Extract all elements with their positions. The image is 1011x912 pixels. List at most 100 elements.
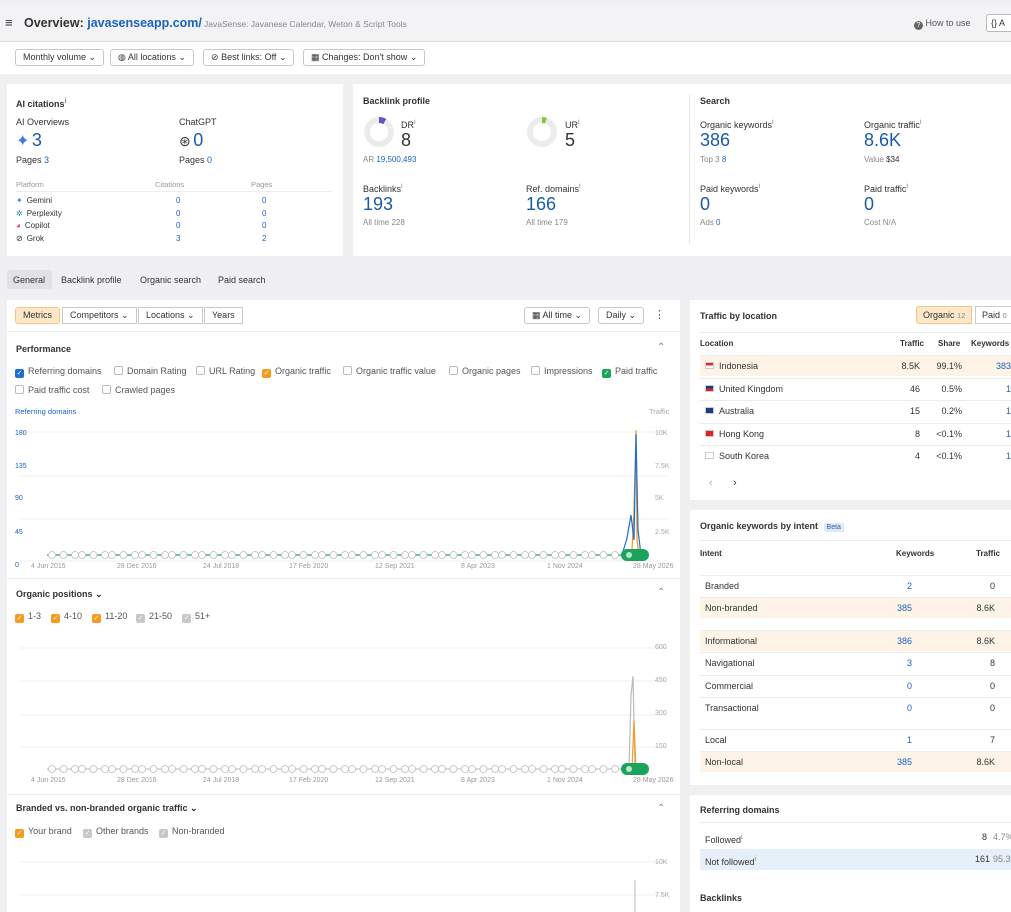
code-button[interactable]: {} A (986, 14, 1011, 32)
pages-value[interactable]: 2 (262, 234, 266, 243)
main-tab-backlink-profile[interactable]: Backlink profile (61, 275, 122, 285)
main-tab-paid-search[interactable]: Paid search (218, 275, 266, 285)
event-marker (431, 765, 439, 773)
citations-value[interactable]: 0 (176, 209, 180, 218)
intent-keywords[interactable]: 2 (907, 581, 912, 591)
organic-keywords-value[interactable]: 386 (700, 130, 730, 151)
checkbox-21-50[interactable]: ✓ 21-50 (136, 611, 172, 623)
intent-keywords[interactable]: 385 (897, 603, 912, 613)
checkbox-referring-domains[interactable]: ✓ Referring domains (15, 366, 102, 378)
location-keywords[interactable]: 1 (1006, 406, 1011, 416)
followed-value[interactable]: 8 (982, 832, 987, 842)
collapse-icon[interactable]: ⌃ (657, 587, 665, 598)
location-name[interactable]: Australia (719, 406, 754, 416)
menu-icon[interactable]: ≡ (5, 15, 13, 30)
nofollowed-value[interactable]: 161 (975, 854, 990, 864)
checkbox-1-3[interactable]: ✓ 1-3 (15, 611, 41, 623)
citations-value[interactable]: 3 (176, 234, 180, 243)
changes-dropdown[interactable]: ▦ Changes: Don't show ⌄ (303, 49, 426, 66)
intent-keywords[interactable]: 0 (907, 681, 912, 691)
intent-keywords[interactable]: 0 (907, 703, 912, 713)
location-name[interactable]: Indonesia (719, 361, 758, 371)
page-title-domain[interactable]: javasenseapp.com/ (87, 16, 202, 30)
checkbox-paid-traffic-cost[interactable]: Paid traffic cost (15, 385, 89, 395)
refdomains-value[interactable]: 166 (526, 194, 556, 215)
intent-keywords[interactable]: 3 (907, 658, 912, 668)
top3-value[interactable]: 8 (722, 155, 726, 164)
chatgpt-metric[interactable]: ⊛ 0 (179, 130, 203, 151)
checkbox-other-brands[interactable]: ✓ Other brands (83, 826, 149, 838)
checkbox-impressions[interactable]: Impressions (531, 366, 593, 376)
checkbox-organic-pages[interactable]: Organic pages (449, 366, 521, 376)
checkbox-domain-rating[interactable]: Domain Rating (114, 366, 187, 376)
more-options-icon[interactable]: ⋮ (654, 308, 665, 321)
paid-traffic-value[interactable]: 0 (864, 194, 874, 215)
location-name[interactable]: South Korea (719, 451, 769, 461)
checkbox-organic-traffic[interactable]: ✓ Organic traffic (262, 366, 331, 378)
organic-positions-title[interactable]: Organic positions ⌄ (16, 589, 103, 600)
ads-value[interactable]: 0 (716, 218, 720, 227)
checkbox-your-brand[interactable]: ✓ Your brand (15, 826, 72, 838)
tab-organic[interactable]: Organic 12 (916, 306, 973, 324)
intent-keywords[interactable]: 385 (897, 757, 912, 767)
pages-value[interactable]: 0 (262, 221, 266, 230)
checkbox-paid-traffic[interactable]: ✓ Paid traffic (602, 366, 657, 378)
intent-traffic: 8 (989, 658, 995, 669)
checkbox-11-20[interactable]: ✓ 11-20 (92, 611, 127, 623)
pages-value[interactable]: 0 (207, 155, 212, 165)
monthly-volume-dropdown[interactable]: Monthly volume ⌄ (15, 49, 105, 66)
event-marker (281, 551, 289, 559)
checkbox-non-branded[interactable]: ✓ Non-branded (159, 826, 225, 838)
location-keywords[interactable]: 383 (996, 361, 1011, 371)
how-to-use-label: How to use (925, 18, 971, 28)
main-tab-general[interactable]: General (13, 275, 45, 285)
organic-traffic-value[interactable]: 8.6K (864, 130, 901, 151)
checkbox-url-rating[interactable]: URL Rating (196, 366, 255, 376)
pagination-prev-icon[interactable]: ‹ (709, 477, 713, 489)
branded-title[interactable]: Branded vs. non-branded organic traffic … (16, 803, 198, 814)
citations-value[interactable]: 0 (176, 221, 180, 230)
checkbox-51-[interactable]: ✓ 51+ (182, 611, 210, 623)
main-tab-organic-search[interactable]: Organic search (140, 275, 201, 285)
x-tick-label: 28 May 2026 (633, 563, 674, 570)
pages-value[interactable]: 3 (44, 155, 49, 165)
checkbox-crawled-pages[interactable]: Crawled pages (102, 385, 175, 395)
ur-value[interactable]: 5 (565, 130, 575, 151)
best-links-dropdown[interactable]: ⊘ Best links: Off ⌄ (203, 49, 295, 66)
divider (700, 597, 1011, 599)
location-keywords[interactable]: 1 (1006, 384, 1011, 394)
paid-keywords-value[interactable]: 0 (700, 194, 710, 215)
all-time-dropdown[interactable]: ▦ All time ⌄ (524, 307, 591, 324)
years-tab[interactable]: Years (204, 307, 243, 324)
checkbox-4-10[interactable]: ✓ 4-10 (51, 611, 82, 623)
how-to-use-link[interactable]: ? How to use (914, 18, 971, 30)
location-name[interactable]: United Kingdom (719, 384, 783, 394)
intent-keywords[interactable]: 1 (907, 735, 912, 745)
collapse-icon[interactable]: ⌃ (657, 342, 665, 353)
metrics-tab[interactable]: Metrics (15, 307, 60, 324)
competitors-dropdown[interactable]: Competitors ⌄ (62, 307, 137, 324)
location-keywords[interactable]: 1 (1006, 451, 1011, 461)
locations-tab-dropdown[interactable]: Locations ⌄ (138, 307, 203, 324)
pages-value[interactable]: 0 (262, 196, 266, 205)
collapse-icon[interactable]: ⌃ (657, 803, 665, 814)
ai-overviews-metric[interactable]: ✦ 3 (16, 130, 42, 151)
locations-dropdown[interactable]: ◍ All locations ⌄ (110, 49, 194, 66)
citations-value[interactable]: 0 (176, 196, 180, 205)
pagination-next-icon[interactable]: › (733, 477, 737, 489)
dr-value[interactable]: 8 (401, 130, 411, 151)
pages-value[interactable]: 0 (262, 209, 266, 218)
event-marker (168, 551, 176, 559)
location-keywords[interactable]: 1 (1006, 429, 1011, 439)
refdomains-label-text: Ref. domains (526, 184, 580, 194)
location-name[interactable]: Hong Kong (719, 429, 764, 439)
tab-paid[interactable]: Paid 0 (975, 306, 1011, 324)
daily-dropdown[interactable]: Daily ⌄ (598, 307, 645, 324)
event-marker (251, 765, 259, 773)
intent-keywords[interactable]: 386 (897, 636, 912, 646)
ar-value[interactable]: 19,500,493 (376, 155, 416, 164)
divider (700, 822, 1011, 823)
checkbox-organic-traffic-value[interactable]: Organic traffic value (343, 366, 436, 376)
search-title: Search (700, 96, 731, 106)
backlinks-value[interactable]: 193 (363, 194, 393, 215)
